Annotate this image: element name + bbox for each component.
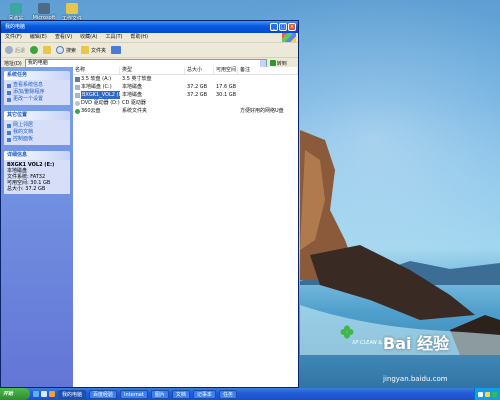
task-pane: 系统任务 查看系统信息 添加/删除程序 更改一个设置 其它位置 网上邻居 我的文…: [1, 67, 73, 387]
place-control-panel[interactable]: 控制面板: [7, 136, 67, 143]
clover-logo-icon: [340, 325, 354, 339]
views-button[interactable]: [111, 46, 122, 54]
column-comment[interactable]: 备注: [238, 67, 298, 74]
taskbar-button-internet[interactable]: Internet: [120, 389, 148, 399]
recycle-bin-icon: [10, 3, 22, 14]
cloud-drive-icon: [75, 108, 80, 114]
go-arrow-icon: [269, 60, 276, 66]
minimize-button[interactable]: _: [270, 23, 278, 31]
back-button[interactable]: 后退: [5, 46, 25, 54]
app-shortcut-icon: [38, 3, 50, 14]
drive-row-c[interactable]: 本地磁盘 (C:) 本地磁盘 37.2 GB 17.6 GB: [73, 83, 298, 91]
place-my-documents[interactable]: 我的文档: [7, 129, 67, 136]
toolbar: 后退 搜索 文件夹: [1, 43, 298, 58]
info-icon: [7, 83, 11, 88]
security-tray-icon[interactable]: [492, 391, 497, 397]
search-button[interactable]: 搜索: [56, 46, 76, 54]
menu-favorites[interactable]: 收藏(A): [80, 33, 97, 42]
column-free-space[interactable]: 可用空间: [214, 67, 238, 74]
drive-row-360-cloud[interactable]: 360云盘 系统文件夹 方便好用的网络U盘: [73, 107, 298, 115]
window-content: 系统任务 查看系统信息 添加/删除程序 更改一个设置 其它位置 网上邻居 我的文…: [1, 67, 298, 387]
other-places-panel: 其它位置 网上邻居 我的文档 控制面板: [4, 111, 70, 145]
menu-tools[interactable]: 工具(T): [106, 33, 123, 42]
desktop-icon[interactable]: [41, 391, 47, 397]
floppy-icon: [75, 76, 80, 82]
volume-tray-icon[interactable]: [485, 391, 490, 397]
detail-total-size: 总大小: 37.2 GB: [7, 186, 46, 192]
taskbar-button-documents[interactable]: 文档: [171, 389, 190, 399]
task-view-system-info[interactable]: 查看系统信息: [7, 82, 67, 89]
network-icon: [7, 123, 11, 128]
address-label: 地址(D): [4, 60, 22, 67]
column-type[interactable]: 类型: [120, 67, 185, 74]
chevron-down-icon[interactable]: [259, 59, 266, 67]
media-icon[interactable]: [49, 391, 55, 397]
taskbar-button-baidu[interactable]: 百度经验: [89, 389, 118, 399]
hard-disk-icon: [75, 84, 80, 90]
drive-row-floppy[interactable]: 3.5 软盘 (A:) 3.5 英寸软盘: [73, 75, 298, 83]
search-icon: [56, 46, 65, 54]
forward-button[interactable]: [30, 46, 39, 54]
programs-icon: [7, 90, 11, 95]
window-title: 我的电脑: [5, 24, 26, 30]
taskbar: 开始 我的电脑 百度经验 Internet 图片 文档 记事本 任务: [0, 388, 500, 400]
column-total-size[interactable]: 总大小: [185, 67, 214, 74]
views-icon: [111, 46, 122, 54]
taskbar-button-my-computer[interactable]: 我的电脑: [58, 389, 87, 399]
desktop-icon-microsoft[interactable]: Microsoft: [30, 3, 58, 21]
hard-disk-icon: [75, 92, 80, 98]
other-places-title[interactable]: 其它位置: [4, 111, 70, 120]
dvd-drive-icon: [75, 100, 80, 106]
start-button[interactable]: 开始: [0, 388, 30, 400]
taskbar-button-tasks[interactable]: 任务: [218, 389, 237, 399]
menu-edit[interactable]: 编辑(E): [30, 33, 47, 42]
explorer-window: 我的电脑 _ □ × 文件(F) 编辑(E) 查看(V) 收藏(A) 工具(T)…: [0, 20, 299, 388]
baidu-jingyan-url: jingyan.baidu.com: [383, 375, 448, 383]
menu-view[interactable]: 查看(V): [55, 33, 72, 42]
column-header-row: 名称 类型 总大小 可用空间 备注: [73, 67, 298, 75]
taskbar-button-notepad[interactable]: 记事本: [192, 389, 216, 399]
system-tray: [474, 388, 500, 400]
maximize-button[interactable]: □: [279, 23, 287, 31]
folders-button[interactable]: 文件夹: [81, 46, 106, 54]
control-panel-icon: [7, 137, 11, 142]
system-tasks-title[interactable]: 系统任务: [4, 71, 70, 80]
file-list: 名称 类型 总大小 可用空间 备注 3.5 软盘 (A:) 3.5 英寸软盘 本…: [73, 67, 298, 387]
column-name[interactable]: 名称: [73, 67, 120, 74]
details-panel: 详细信息 BXGK1 VOL2 (E:) 本地磁盘 文件系统: FAT32 可用…: [4, 151, 70, 194]
up-button[interactable]: [43, 46, 52, 54]
ie-icon[interactable]: [33, 391, 39, 397]
quick-launch: [33, 391, 55, 397]
network-tray-icon[interactable]: [478, 391, 483, 397]
go-button[interactable]: 转到: [269, 60, 287, 67]
system-tasks-panel: 系统任务 查看系统信息 添加/删除程序 更改一个设置: [4, 71, 70, 105]
folders-icon: [81, 46, 90, 54]
settings-icon: [7, 97, 11, 102]
documents-icon: [7, 130, 11, 135]
drive-row-dvd[interactable]: DVD 驱动器 (D:) CD 驱动器: [73, 99, 298, 107]
windows-flag-icon: [282, 33, 296, 42]
task-change-setting[interactable]: 更改一个设置: [7, 96, 67, 103]
menu-bar: 文件(F) 编辑(E) 查看(V) 收藏(A) 工具(T) 帮助(H): [1, 33, 298, 43]
close-button[interactable]: ×: [288, 23, 296, 31]
place-network[interactable]: 网上邻居: [7, 122, 67, 129]
forward-arrow-icon: [30, 46, 39, 54]
back-arrow-icon: [5, 46, 13, 54]
folder-up-icon: [43, 46, 52, 54]
menu-file[interactable]: 文件(F): [5, 33, 22, 42]
task-add-remove-programs[interactable]: 添加/删除程序: [7, 89, 67, 96]
taskbar-button-pictures[interactable]: 图片: [150, 389, 169, 399]
drive-row-e[interactable]: BXGK1_VOL2 (E:) 本地磁盘 37.2 GB 30.1 GB: [73, 91, 298, 99]
menu-help[interactable]: 帮助(H): [130, 33, 148, 42]
baidu-jingyan-logo: Bai 经验: [383, 334, 450, 353]
folder-icon: [66, 3, 78, 14]
window-titlebar[interactable]: 我的电脑 _ □ ×: [1, 21, 298, 33]
details-title[interactable]: 详细信息: [4, 151, 70, 160]
